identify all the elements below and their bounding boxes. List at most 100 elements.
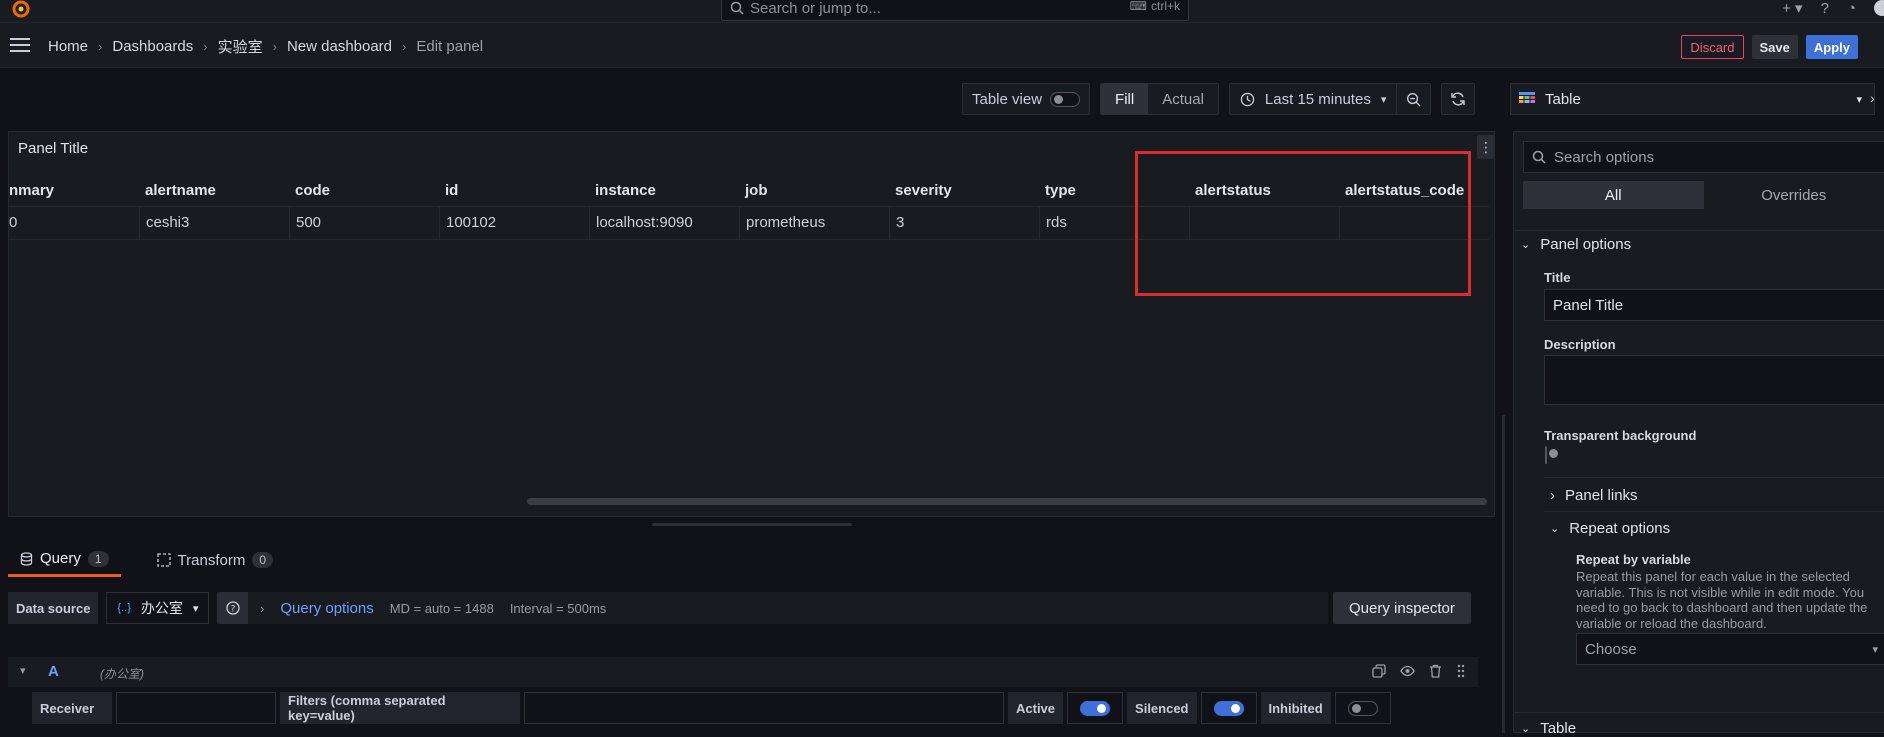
refresh-button[interactable]: [1441, 83, 1475, 115]
duplicate-icon[interactable]: [1372, 664, 1386, 678]
apply-button[interactable]: Apply: [1806, 35, 1858, 59]
time-range-label: Last 15 minutes: [1265, 91, 1371, 108]
table-view-toggle[interactable]: Table view: [962, 83, 1090, 115]
eye-icon[interactable]: [1400, 664, 1415, 678]
trash-icon[interactable]: [1429, 664, 1442, 678]
column-header[interactable]: job: [739, 174, 889, 206]
query-tabs: Query 1 Transform 0: [8, 545, 285, 575]
table-cell: 0: [9, 206, 139, 239]
breadcrumb-dashboards[interactable]: Dashboards: [112, 38, 193, 55]
svg-text:?: ?: [231, 605, 236, 615]
column-header[interactable]: id: [439, 174, 589, 206]
query-options-bar[interactable]: › Query options MD = auto = 1488 Interva…: [248, 592, 1328, 624]
breadcrumb: Home › Dashboards › 实验室 › New dashboard …: [48, 36, 483, 57]
breadcrumb-home[interactable]: Home: [48, 38, 88, 55]
transform-icon: [157, 553, 171, 567]
chevron-right-icon: ›: [260, 601, 264, 616]
inhibited-toggle[interactable]: [1335, 692, 1391, 724]
alertmanager-filter-row: Receiver Filters (comma separated key=va…: [32, 692, 1391, 724]
column-header[interactable]: instance: [589, 174, 739, 206]
chevron-down-icon: ▾: [193, 602, 199, 615]
discard-button[interactable]: Discard: [1681, 35, 1743, 59]
title-input[interactable]: Panel Title: [1544, 289, 1884, 321]
plus-icon[interactable]: + ▾: [1782, 0, 1802, 17]
menu-icon[interactable]: [10, 38, 30, 52]
tab-overrides[interactable]: Overrides: [1704, 181, 1884, 209]
collapse-options-icon[interactable]: ›: [1870, 90, 1875, 106]
grafana-logo-icon[interactable]: [10, 0, 32, 20]
query-inspector-button[interactable]: Query inspector: [1333, 592, 1471, 624]
table-section[interactable]: ⌄ Table: [1521, 720, 1576, 737]
clock-icon: [1240, 92, 1255, 107]
refresh-icon: [1450, 91, 1466, 107]
column-header[interactable]: alertname: [139, 174, 289, 206]
repeat-options-title: Repeat options: [1569, 520, 1670, 537]
description-textarea[interactable]: [1544, 355, 1884, 405]
highlight-annotation: [1135, 151, 1471, 296]
receiver-input[interactable]: [116, 692, 276, 724]
column-header[interactable]: code: [289, 174, 439, 206]
chevron-right-icon: ›: [98, 39, 102, 54]
interval-info: Interval = 500ms: [510, 601, 606, 616]
horizontal-scrollbar[interactable]: [527, 498, 1487, 505]
breadcrumb-dashboard[interactable]: New dashboard: [287, 38, 392, 55]
zoom-out-button[interactable]: [1396, 84, 1430, 114]
table-cell: ceshi3: [139, 206, 289, 239]
visualization-name: Table: [1545, 91, 1581, 108]
panel-links-section[interactable]: › Panel links: [1550, 487, 1638, 504]
panel-title[interactable]: Panel Title: [18, 140, 88, 157]
repeat-variable-select[interactable]: Choose ▾: [1576, 633, 1884, 665]
repeat-options-section[interactable]: ⌄ Repeat options: [1550, 520, 1670, 537]
actual-option[interactable]: Actual: [1148, 84, 1218, 114]
tab-query[interactable]: Query 1: [8, 544, 121, 577]
datasource-picker[interactable]: {..} 办公室 ▾: [106, 592, 209, 624]
avatar[interactable]: [1874, 0, 1884, 16]
collapse-chevron-icon[interactable]: ▾: [20, 664, 26, 677]
datasource-row: Data source {..} 办公室 ▾ ?: [8, 592, 249, 624]
query-options-label[interactable]: Query options: [280, 600, 373, 617]
top-right-actions: + ▾ ? ◔: [1782, 0, 1884, 16]
chevron-down-icon: ⌄: [1550, 522, 1559, 535]
news-icon[interactable]: ◔: [1847, 0, 1856, 17]
datasource-label: Data source: [8, 592, 98, 624]
repeat-help-text: Repeat this panel for each value in the …: [1576, 569, 1876, 631]
query-ref-id[interactable]: A: [48, 663, 59, 680]
chevron-right-icon: ›: [273, 39, 277, 54]
chevron-down-icon: ▾: [1381, 93, 1387, 106]
search-bar[interactable]: Search or jump to... ⌨ ctrl+k: [721, 0, 1189, 21]
tab-transform[interactable]: Transform 0: [145, 545, 285, 575]
section-divider: [1513, 712, 1884, 713]
table-view-label: Table view: [972, 91, 1042, 108]
drag-handle-icon[interactable]: [1456, 664, 1466, 678]
active-toggle[interactable]: [1067, 692, 1123, 724]
table-view-switch[interactable]: [1050, 92, 1080, 107]
silenced-toggle[interactable]: [1201, 692, 1257, 724]
datasource-name: 办公室: [141, 598, 183, 618]
chevron-down-icon: ⌄: [1521, 722, 1530, 735]
help-icon[interactable]: ?: [1821, 0, 1829, 17]
save-button[interactable]: Save: [1752, 35, 1798, 59]
section-divider: [1544, 477, 1884, 478]
pane-resize-handle[interactable]: [652, 523, 852, 526]
panel-menu-icon[interactable]: ⋮: [1477, 135, 1495, 159]
table-cell: 3: [889, 206, 1039, 239]
options-divider: [1513, 230, 1884, 231]
time-picker[interactable]: Last 15 minutes ▾: [1230, 84, 1396, 114]
options-search-input[interactable]: Search options: [1523, 141, 1884, 173]
section-divider: [1544, 511, 1884, 512]
tab-all[interactable]: All: [1523, 181, 1704, 209]
transparent-background-toggle[interactable]: [1545, 446, 1547, 464]
column-header[interactable]: severity: [889, 174, 1039, 206]
fill-actual-toggle: Fill Actual: [1100, 83, 1219, 115]
panel-options-section[interactable]: ⌄ Panel options: [1521, 236, 1631, 253]
breadcrumb-folder[interactable]: 实验室: [218, 36, 263, 57]
options-pane-resize-handle[interactable]: [1502, 415, 1505, 733]
visualization-picker[interactable]: Table ▾: [1510, 83, 1875, 115]
search-placeholder: Search or jump to...: [750, 0, 881, 17]
column-header[interactable]: nmary: [9, 174, 139, 206]
datasource-help-icon[interactable]: ?: [217, 592, 249, 624]
filters-input[interactable]: [524, 692, 1004, 724]
search-icon: [1532, 150, 1546, 164]
fill-option[interactable]: Fill: [1101, 84, 1148, 114]
nav-bar: Home › Dashboards › 实验室 › New dashboard …: [0, 23, 1884, 68]
